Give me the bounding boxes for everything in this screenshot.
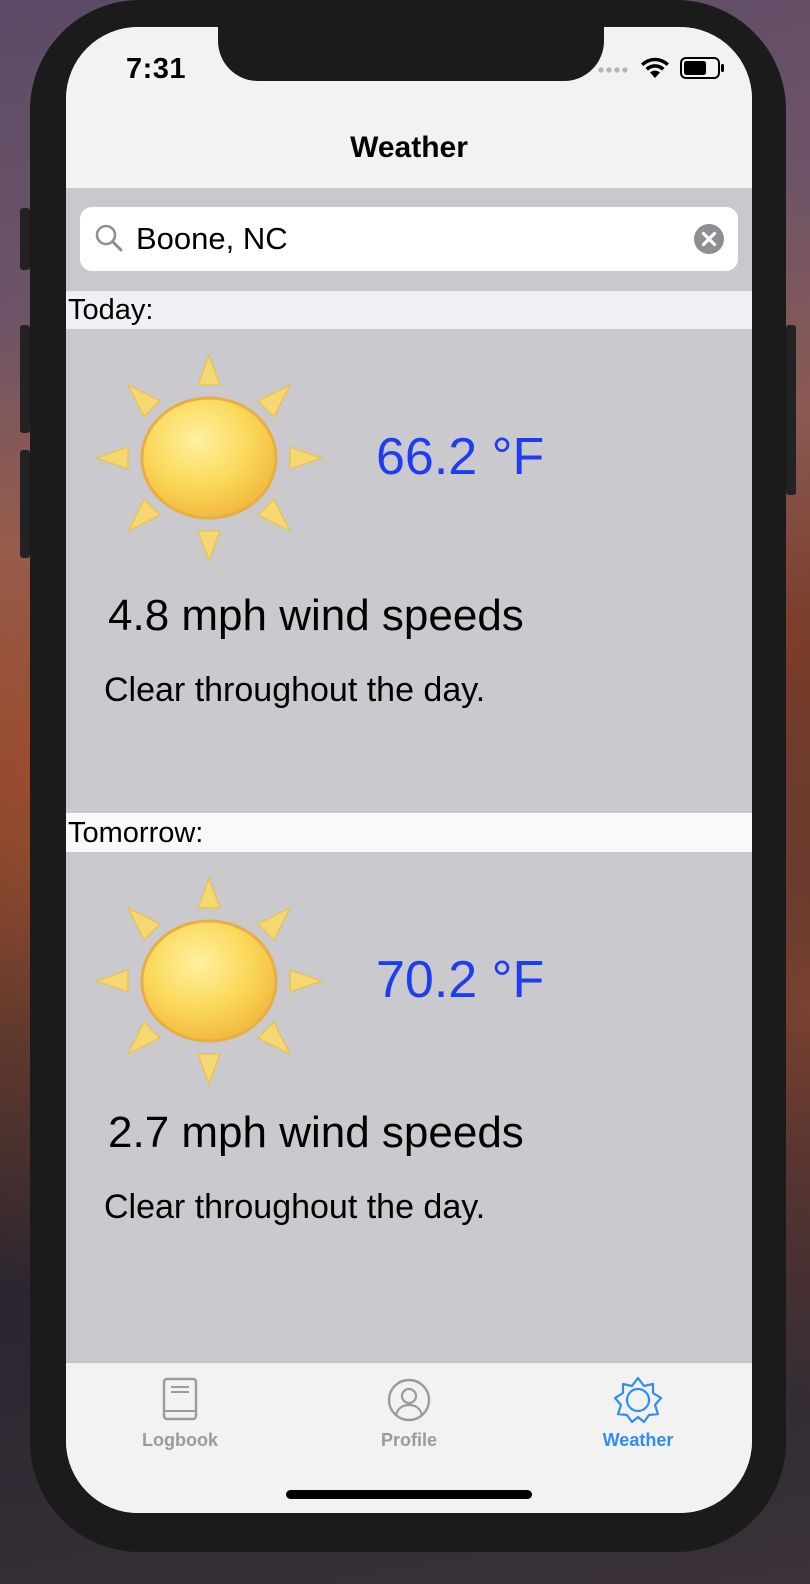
tomorrow-temperature: 70.2 °F <box>376 951 545 1009</box>
wifi-icon <box>641 57 669 78</box>
sun-icon <box>94 353 324 563</box>
page-title: Weather <box>350 131 468 164</box>
today-forecast-card: 66.2 °F 4.8 mph wind speeds Clear throug… <box>66 329 752 813</box>
volume-down-button <box>20 450 30 558</box>
today-summary: Clear throughout the day. <box>104 671 486 709</box>
person-icon <box>387 1378 431 1422</box>
tomorrow-header: Tomorrow: <box>66 814 752 852</box>
tomorrow-wind-speed: 2.7 mph wind speeds <box>108 1108 524 1157</box>
tab-profile-label: Profile <box>380 1430 437 1450</box>
search-icon <box>95 224 123 252</box>
home-indicator[interactable] <box>286 1490 532 1499</box>
tab-logbook-label: Logbook <box>142 1430 218 1450</box>
search-input[interactable]: Boone, NC <box>80 207 738 271</box>
today-temperature: 66.2 °F <box>376 428 545 486</box>
today-header: Today: <box>66 291 752 329</box>
volume-up-button <box>20 325 30 433</box>
status-time: 7:31 <box>126 53 187 85</box>
book-icon <box>162 1377 198 1421</box>
sun-icon <box>94 876 324 1086</box>
today-wind-speed: 4.8 mph wind speeds <box>108 591 524 640</box>
tab-profile[interactable]: Profile <box>295 1363 523 1463</box>
tab-weather[interactable]: Weather <box>524 1363 752 1463</box>
power-button <box>786 325 796 495</box>
tomorrow-summary: Clear throughout the day. <box>104 1188 486 1226</box>
tomorrow-forecast-card: 70.2 °F 2.7 mph wind speeds Clear throug… <box>66 852 752 1361</box>
search-input-value[interactable]: Boone, NC <box>136 221 288 257</box>
clear-icon[interactable] <box>694 224 724 254</box>
app-screen: 7:31 Weather Boone, NC Today: 66.2 °F 4.… <box>66 27 752 1513</box>
battery-icon <box>680 57 724 79</box>
tab-logbook[interactable]: Logbook <box>66 1363 294 1463</box>
status-icons <box>598 57 726 79</box>
sun-outline-icon <box>613 1377 663 1423</box>
tab-weather-label: Weather <box>602 1430 674 1450</box>
silent-switch <box>20 208 30 270</box>
device-notch <box>218 27 604 81</box>
cellular-signal-icon <box>598 67 628 73</box>
